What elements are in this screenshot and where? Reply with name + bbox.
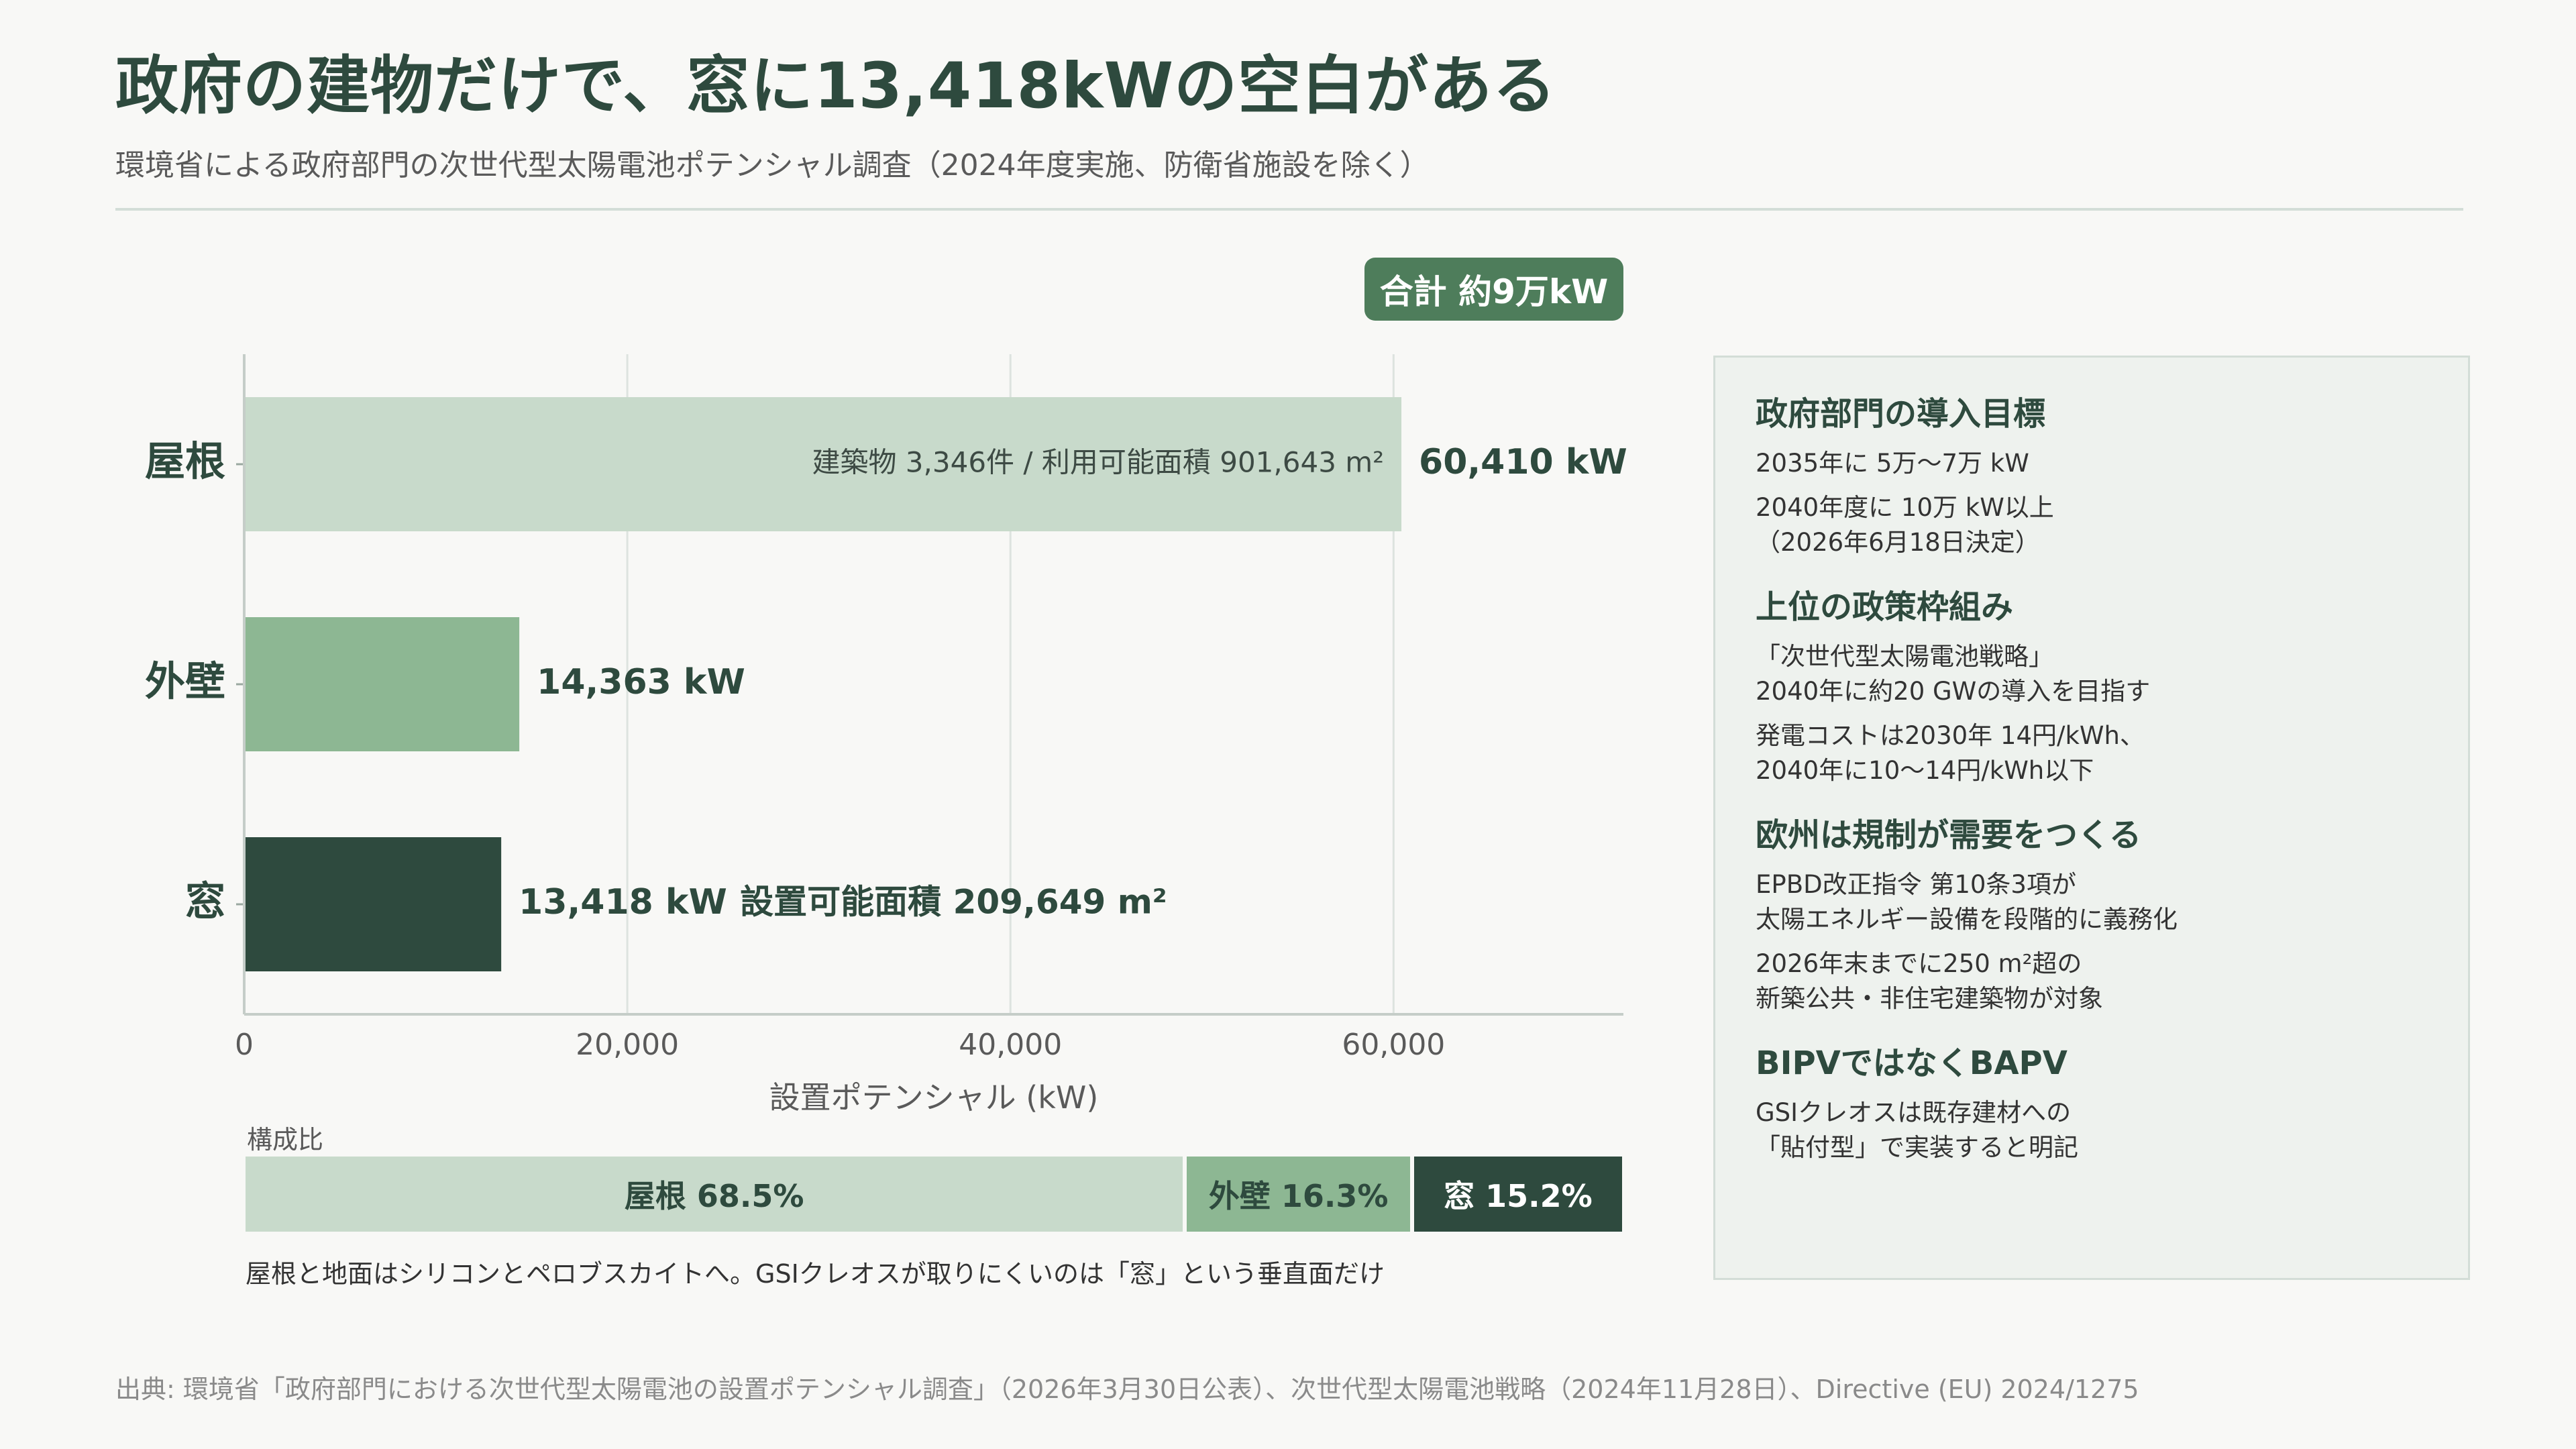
x-tick-label: 20,000 (576, 1028, 679, 1062)
side-item: 2040年度に 10万 kW以上 （2026年6月18日決定） (1756, 493, 2054, 557)
x-tick-label: 0 (235, 1028, 254, 1062)
composition-bar: 屋根 68.5% 外壁 16.3% 窓 15.2% (246, 1157, 1622, 1232)
composition-segment-roof: 屋根 68.5% (246, 1157, 1187, 1232)
value-label: 14,363 kW (537, 662, 745, 702)
x-axis-title: 設置ポテンシャル (kW) (769, 1079, 1099, 1116)
source-note: 出典: 環境省「政府部門における次世代型太陽電池の設置ポテンシャル調査」（202… (115, 1375, 2139, 1404)
side-section-targets: 政府部門の導入目標 2035年に 5万〜7万 kW 2040年度に 10万 kW… (1756, 387, 2428, 560)
value-label: 13,418 kW (519, 882, 727, 922)
composition-label: 構成比 (247, 1125, 324, 1155)
category-label: 外壁 (145, 659, 225, 706)
side-heading: 欧州は規制が需要をつくる (1756, 816, 2142, 854)
value-label: 60,410 kW (1419, 442, 1627, 482)
composition-segment-window: 窓 15.2% (1413, 1157, 1622, 1232)
side-heading: 上位の政策枠組み (1756, 588, 2014, 626)
side-panel: 政府部門の導入目標 2035年に 5万〜7万 kW 2040年度に 10万 kW… (1713, 356, 2470, 1280)
side-item: EPBD改正指令 第10条3項が 太陽エネルギー設備を段階的に義務化 (1756, 870, 2178, 934)
composition-note: 屋根と地面はシリコンとペロブスカイトへ。GSIクレオスが取りにくいのは「窓」とい… (246, 1259, 1385, 1289)
side-heading: 政府部門の導入目標 (1756, 395, 2046, 433)
category-label: 窓 (185, 879, 225, 926)
side-item: 「次世代型太陽電池戦略」 2040年に約20 GWの導入を目指す (1756, 642, 2151, 706)
x-tick-label: 40,000 (959, 1028, 1062, 1062)
side-item: 2026年末までに250 m²超の 新築公共・非住宅建築物が対象 (1756, 949, 2103, 1013)
x-tick-label: 60,000 (1342, 1028, 1445, 1062)
side-heading: BIPVではなくBAPV (1756, 1044, 2068, 1082)
side-section-policy: 上位の政策枠組み 「次世代型太陽電池戦略」 2040年に約20 GWの導入を目指… (1756, 580, 2428, 788)
side-item: 2035年に 5万〜7万 kW (1756, 449, 2029, 478)
side-item: 発電コストは2030年 14円/kWh、 2040年に10〜14円/kWh以下 (1756, 721, 2145, 785)
side-item: GSIクレオスは既存建材への 「貼付型」で実装すると明記 (1756, 1098, 2078, 1162)
category-label: 屋根 (145, 439, 225, 486)
composition-segment-wall: 外壁 16.3% (1187, 1157, 1414, 1232)
bar (244, 837, 502, 971)
side-section-europe: 欧州は規制が需要をつくる EPBD改正指令 第10条3項が 太陽エネルギー設備を… (1756, 808, 2428, 1016)
window-annotation: 設置可能面積 209,649 m² (740, 883, 1167, 922)
bar (244, 617, 520, 751)
roof-annotation: 建築物 3,346件 / 利用可能面積 901,643 m² (812, 446, 1384, 479)
side-section-bapv: BIPVではなくBAPV GSIクレオスは既存建材への 「貼付型」で実装すると明… (1756, 1036, 2428, 1165)
